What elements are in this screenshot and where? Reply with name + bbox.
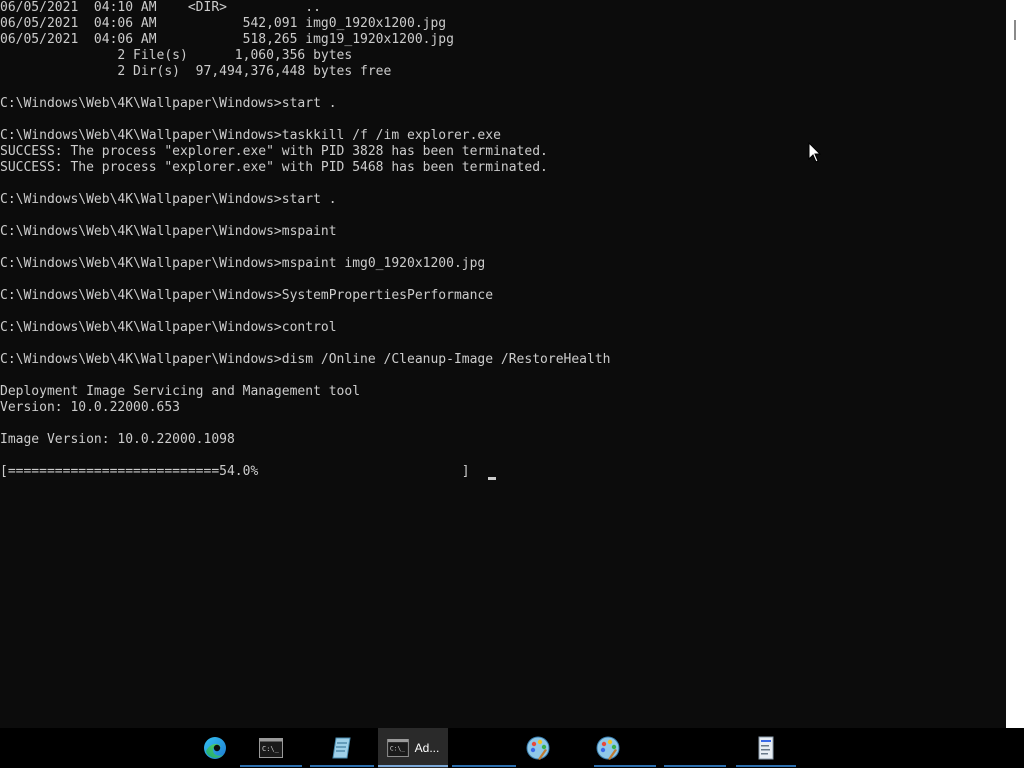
console-line: C:\Windows\Web\4K\Wallpaper\Windows>mspa…	[0, 256, 486, 271]
console-line: [===========================54.0% ]	[0, 464, 470, 479]
edge-icon	[204, 737, 226, 759]
mouse-pointer-icon	[808, 142, 822, 163]
paint-icon	[526, 736, 550, 760]
console-line: C:\Windows\Web\4K\Wallpaper\Windows>dism…	[0, 352, 611, 367]
running-indicator	[664, 765, 726, 767]
running-indicator	[452, 765, 516, 767]
console-line: C:\Windows\Web\4K\Wallpaper\Windows>Syst…	[0, 288, 494, 303]
console-line: Deployment Image Servicing and Managemen…	[0, 384, 361, 399]
notepad-taskbar-button[interactable]	[310, 728, 374, 768]
console-line: C:\Windows\Web\4K\Wallpaper\Windows>task…	[0, 128, 501, 143]
console-output: 06/05/2021 04:10 AM <DIR> .. 06/05/2021 0…	[0, 0, 610, 480]
console-line: SUCCESS: The process "explorer.exe" with…	[0, 160, 548, 175]
text-cursor	[488, 477, 496, 480]
vertical-scrollbar[interactable]	[1006, 0, 1024, 728]
system-properties-icon	[758, 736, 774, 760]
taskbar: C:\_ C:\_ Ad...	[0, 728, 1024, 768]
console-line: C:\Windows\Web\4K\Wallpaper\Windows>mspa…	[0, 224, 337, 239]
system-properties-taskbar-button[interactable]	[736, 728, 796, 768]
console-line: 06/05/2021 04:06 AM 518,265 img19_1920x1…	[0, 32, 454, 47]
running-indicator	[594, 765, 656, 767]
running-indicator	[736, 765, 796, 767]
console-line: 06/05/2021 04:06 AM 542,091 img0_1920x12…	[0, 16, 447, 31]
svg-text:C:\_: C:\_	[390, 746, 405, 753]
notepad-icon	[332, 737, 351, 759]
admin-cmd-taskbar-button[interactable]: C:\_ Ad...	[378, 728, 448, 768]
running-app-slot[interactable]	[664, 728, 726, 768]
running-indicator	[378, 765, 448, 767]
cmd-icon: C:\_	[386, 739, 409, 757]
edge-taskbar-button[interactable]	[198, 728, 232, 768]
svg-text:C:\_: C:\_	[262, 745, 280, 753]
cmd-taskbar-button[interactable]: C:\_	[240, 728, 302, 768]
paint-taskbar-button-1[interactable]	[520, 728, 556, 768]
running-indicator	[310, 765, 374, 767]
console-line: 2 File(s) 1,060,356 bytes	[0, 48, 353, 63]
console-line: C:\Windows\Web\4K\Wallpaper\Windows>cont…	[0, 320, 337, 335]
console-line: Image Version: 10.0.22000.1098	[0, 432, 235, 447]
scrollbar-thumb[interactable]	[1014, 20, 1016, 40]
console-line: 06/05/2021 04:10 AM <DIR> ..	[0, 0, 321, 15]
running-app-slot[interactable]	[594, 728, 656, 768]
console-line: Version: 10.0.22000.653	[0, 400, 181, 415]
command-prompt-window[interactable]: 06/05/2021 04:10 AM <DIR> .. 06/05/2021 0…	[0, 0, 1006, 728]
console-line: 2 Dir(s) 97,494,376,448 bytes free	[0, 64, 392, 79]
console-line: SUCCESS: The process "explorer.exe" with…	[0, 144, 548, 159]
cmd-icon: C:\_	[259, 738, 283, 758]
taskbar-button-label: Ad...	[414, 741, 440, 755]
running-indicator	[240, 765, 302, 767]
console-line: C:\Windows\Web\4K\Wallpaper\Windows>star…	[0, 96, 337, 111]
running-app-slot[interactable]	[452, 728, 516, 768]
console-line: C:\Windows\Web\4K\Wallpaper\Windows>star…	[0, 192, 337, 207]
